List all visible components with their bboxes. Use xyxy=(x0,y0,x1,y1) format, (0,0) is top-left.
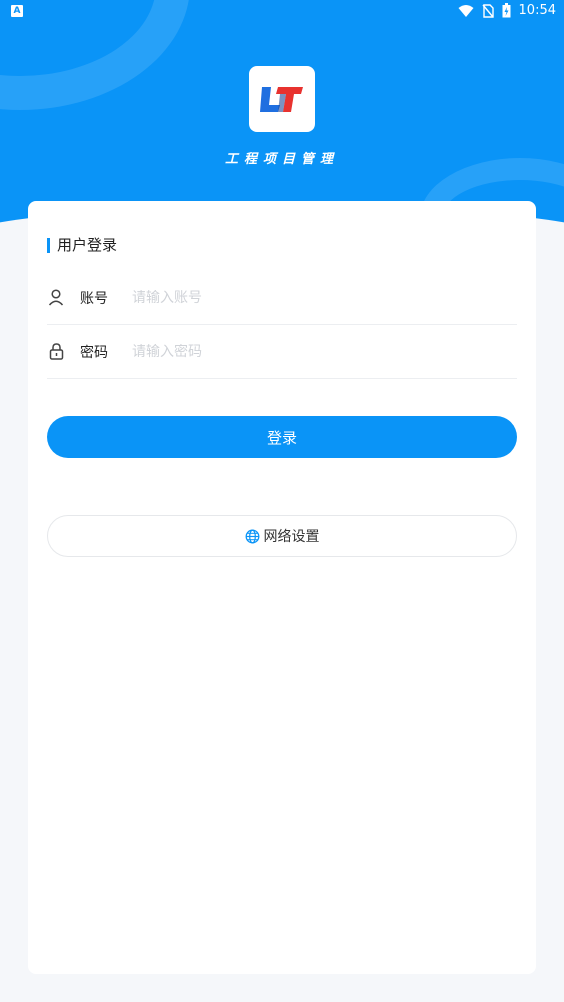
login-button[interactable]: 登录 xyxy=(47,416,517,458)
status-indicators: 10:54 xyxy=(458,3,556,18)
login-title: 用户登录 xyxy=(47,238,117,253)
globe-icon xyxy=(245,529,259,543)
password-input[interactable] xyxy=(132,343,462,360)
user-icon xyxy=(47,289,65,307)
lock-icon xyxy=(47,343,65,361)
password-label: 密码 xyxy=(80,344,108,361)
login-card: 用户登录 账号 密码 登录 网络设置 xyxy=(28,201,536,974)
app-logo xyxy=(249,66,315,132)
account-field: 账号 xyxy=(47,271,517,325)
account-label: 账号 xyxy=(80,290,108,307)
wifi-icon xyxy=(458,4,474,17)
battery-icon xyxy=(502,3,511,18)
status-time: 10:54 xyxy=(518,3,556,18)
logo-mark-icon xyxy=(260,87,303,112)
no-sim-icon xyxy=(481,3,494,18)
app-name: 工程项目管理 xyxy=(224,152,339,167)
network-settings-button[interactable]: 网络设置 xyxy=(47,515,517,557)
status-bar: A 10:54 xyxy=(0,0,564,24)
password-field: 密码 xyxy=(47,325,517,379)
notification-icon: A xyxy=(11,5,23,17)
account-input[interactable] xyxy=(132,289,462,306)
network-settings-label: 网络设置 xyxy=(263,528,320,544)
